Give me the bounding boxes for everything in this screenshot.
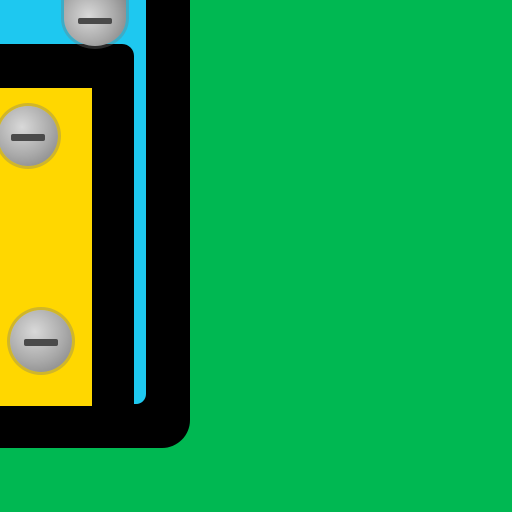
game-canvas bbox=[0, 0, 512, 512]
screw-middle-icon bbox=[0, 106, 58, 166]
screw-bottom-icon bbox=[10, 310, 72, 372]
